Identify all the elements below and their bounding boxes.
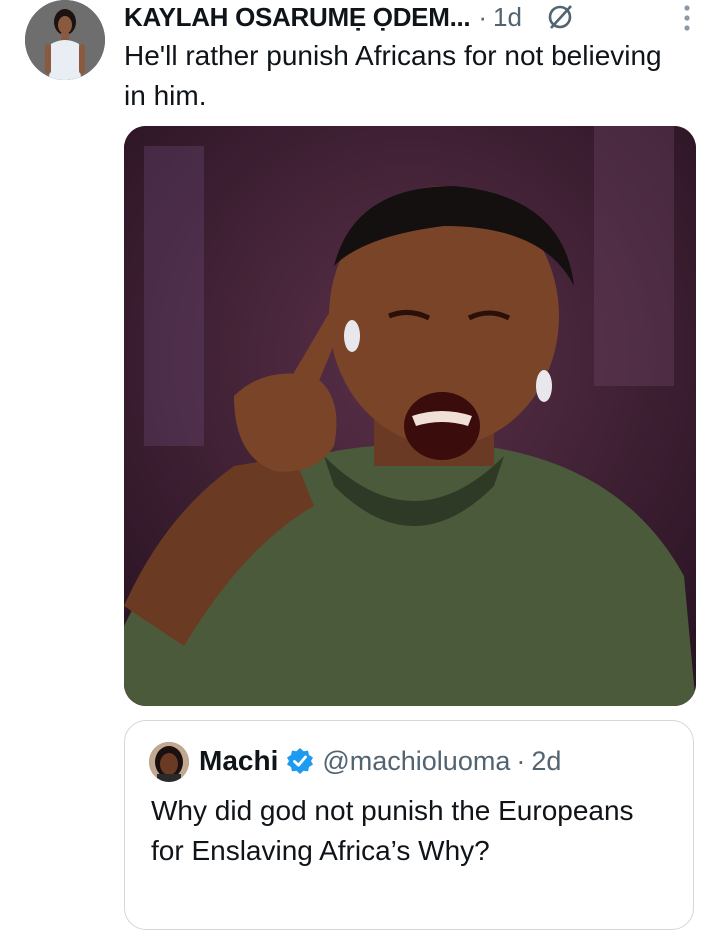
quoted-tweet-text: Why did god not punish the Europeans for…: [151, 795, 634, 866]
tweet-timestamp[interactable]: 1d: [493, 2, 522, 33]
quoted-author-avatar[interactable]: [149, 742, 189, 782]
quoted-tweet-timestamp[interactable]: 2d: [531, 746, 561, 777]
separator-dot: ·: [516, 745, 526, 776]
tweet-text: He'll rather punish Africans for not bel…: [124, 40, 662, 111]
author-display-name[interactable]: KAYLAH OSARUMẸ ỌDEM...: [124, 2, 471, 33]
author-avatar[interactable]: [25, 0, 105, 80]
verified-badge-icon: [286, 747, 314, 775]
quoted-tweet-card[interactable]: Machi @machioluoma · 2d Why did god not …: [124, 720, 694, 930]
more-options-icon[interactable]: [682, 4, 692, 32]
separator-dot: ·: [478, 1, 488, 32]
quoted-author-display-name[interactable]: Machi: [199, 745, 278, 777]
grok-icon[interactable]: [544, 1, 576, 33]
tweet-header: KAYLAH OSARUMẸ ỌDEM... · 1d: [124, 0, 716, 34]
tweet-media-image[interactable]: [124, 126, 696, 706]
quoted-tweet-header: Machi @machioluoma · 2d: [199, 745, 561, 777]
quoted-author-handle[interactable]: @machioluoma: [322, 746, 510, 777]
